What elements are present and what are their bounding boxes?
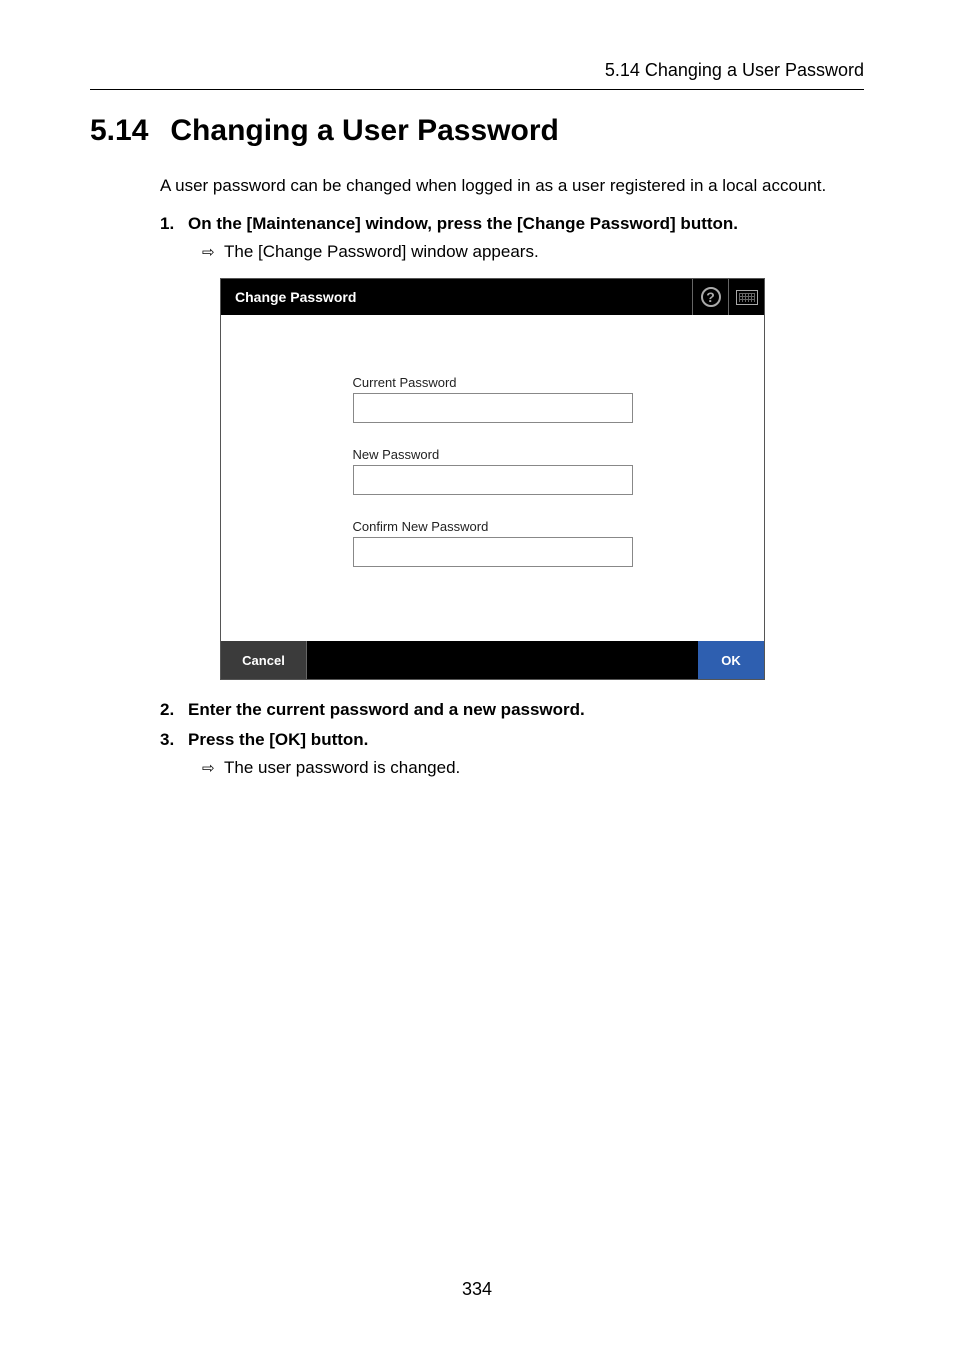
keyboard-button[interactable]: [728, 279, 764, 315]
section-number: 5.14: [90, 114, 148, 148]
step-2: 2. Enter the current password and a new …: [160, 700, 864, 720]
help-icon: ?: [701, 287, 721, 307]
help-button[interactable]: ?: [692, 279, 728, 315]
dialog-body: Current Password New Password Confirm Ne…: [221, 315, 764, 641]
dialog-footer: Cancel OK: [221, 641, 764, 679]
step-3-number: 3.: [160, 730, 188, 750]
step-1-result: The [Change Password] window appears.: [224, 242, 539, 264]
step-1-text: On the [Maintenance] window, press the […: [188, 214, 738, 234]
step-2-number: 2.: [160, 700, 188, 720]
new-password-input[interactable]: [353, 465, 633, 495]
section-title: Changing a User Password: [170, 114, 558, 148]
step-3-text: Press the [OK] button.: [188, 730, 368, 750]
current-password-input[interactable]: [353, 393, 633, 423]
step-3-result: The user password is changed.: [224, 758, 460, 780]
footer-spacer: [307, 641, 698, 679]
result-arrow-icon: ⇨: [202, 242, 224, 264]
header-rule: [90, 89, 864, 90]
new-password-label: New Password: [353, 447, 633, 462]
step-3: 3. Press the [OK] button. ⇨ The user pas…: [160, 730, 864, 780]
running-head: 5.14 Changing a User Password: [90, 60, 864, 81]
result-arrow-icon: ⇨: [202, 758, 224, 780]
dialog-titlebar: Change Password ?: [221, 279, 764, 315]
section-heading: 5.14 Changing a User Password: [90, 114, 864, 148]
step-2-text: Enter the current password and a new pas…: [188, 700, 585, 720]
keyboard-icon: [736, 290, 758, 305]
cancel-button[interactable]: Cancel: [221, 641, 307, 679]
page-number: 334: [0, 1279, 954, 1300]
ok-button[interactable]: OK: [698, 641, 764, 679]
current-password-label: Current Password: [353, 375, 633, 390]
dialog-title: Change Password: [235, 289, 356, 305]
confirm-password-label: Confirm New Password: [353, 519, 633, 534]
step-1: 1. On the [Maintenance] window, press th…: [160, 214, 864, 264]
step-1-number: 1.: [160, 214, 188, 234]
confirm-password-input[interactable]: [353, 537, 633, 567]
intro-text: A user password can be changed when logg…: [160, 176, 864, 196]
change-password-dialog: Change Password ? Current Password New P…: [220, 278, 765, 680]
